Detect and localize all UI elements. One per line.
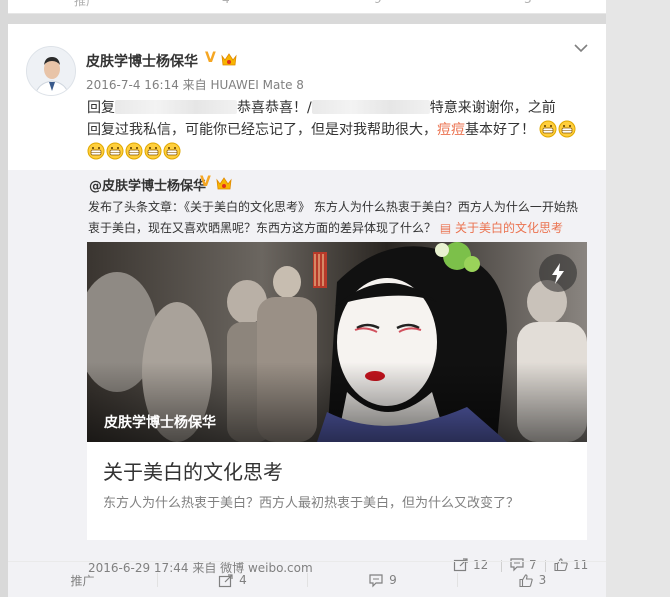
grin-emoji-icon <box>106 142 124 160</box>
grin-emoji-icon <box>539 120 557 138</box>
blurred-username <box>311 100 430 114</box>
share-button[interactable]: 4 <box>158 562 307 597</box>
post-text-part: 特意来谢谢你，之前 <box>429 100 556 116</box>
grin-emoji-icon <box>87 142 105 160</box>
post-text-part: 回复 <box>87 100 115 116</box>
repost-author[interactable]: @皮肤学博士杨保华 <box>89 175 206 194</box>
comment-count: 9 <box>389 573 397 587</box>
prev-comment-count[interactable]: 9 <box>374 0 382 6</box>
post-content: 回复 恭喜恭喜！/ 特意来谢谢你，之前 回复过我私信，可能你已经忘记了，但是对我帮助… <box>87 97 587 163</box>
like-count: 3 <box>538 573 547 587</box>
author-avatar[interactable] <box>26 46 76 96</box>
article-cover-image[interactable]: 皮肤学博士杨保华 <box>87 242 587 442</box>
topic-link[interactable]: 痘痘 <box>437 122 465 138</box>
lightning-icon <box>552 263 564 284</box>
page-background-strip <box>606 0 670 597</box>
member-crown-icon[interactable] <box>215 175 233 191</box>
article-title[interactable]: 关于美白的文化思考 <box>103 456 283 485</box>
post-text-part: 回复过我私信，可能你已经忘记了，但是对我帮助很大， <box>87 122 437 138</box>
post-meta: 2016-7-4 16:14 来自 HUAWEI Mate 8 <box>86 78 304 92</box>
share-count: 4 <box>239 573 247 587</box>
comment-icon <box>369 573 383 587</box>
repost-text: 发布了头条文章：《关于美白的文化思考》 东方人为什么热衷于美白？西方人为什么一开… <box>88 197 588 239</box>
blurred-username <box>115 100 237 114</box>
grin-emoji-icon <box>558 120 576 138</box>
post-action-bar: 推广 4 9 3 <box>8 561 606 597</box>
prev-like-count[interactable]: 3 <box>524 0 532 6</box>
article-link[interactable]: ▤ 关于美白的文化思考 <box>440 221 563 235</box>
post-text-part: 恭喜恭喜！/ <box>237 100 312 116</box>
grin-emoji-icon <box>163 142 181 160</box>
chevron-down-icon[interactable] <box>573 42 589 54</box>
share-icon <box>219 573 233 587</box>
headline-article-button[interactable] <box>539 254 577 292</box>
thumbs-up-icon <box>519 573 533 587</box>
author-name[interactable]: 皮肤学博士杨保华 <box>86 51 198 71</box>
previous-post-footer: 推广 4 9 3 <box>8 0 606 14</box>
promote-label: 推广 <box>70 573 95 588</box>
promote-button[interactable]: 推广 <box>8 562 157 597</box>
member-crown-icon[interactable] <box>220 51 238 67</box>
article-description: 东方人为什么热衷于美白？西方人最初热衷于美白，但为什么又改变了？ <box>103 496 520 511</box>
repost-block: @皮肤学博士杨保华 V 发布了头条文章：《关于美白的文化思考》 东方人为什么热衷… <box>8 170 606 597</box>
article-cover-caption: 皮肤学博士杨保华 <box>104 415 216 431</box>
prev-share-count[interactable]: 4 <box>222 0 230 6</box>
prev-promote-label[interactable]: 推广 <box>74 0 98 9</box>
grin-emoji-icon <box>125 142 143 160</box>
verified-badge: V <box>205 50 216 66</box>
comment-button[interactable]: 9 <box>308 562 457 597</box>
like-button[interactable]: 3 <box>458 562 606 597</box>
post-text-part: 基本好了！ <box>465 122 535 138</box>
weibo-post-card: 皮肤学博士杨保华 V 2016-7-4 16:14 来自 HUAWEI Mate… <box>8 24 606 597</box>
verified-badge: V <box>200 174 211 190</box>
grin-emoji-icon <box>144 142 162 160</box>
article-card[interactable]: 皮肤学博士杨保华 关于美白的文化思考 东方人为什么热衷于美白？西方人最初热衷于美… <box>87 242 587 540</box>
